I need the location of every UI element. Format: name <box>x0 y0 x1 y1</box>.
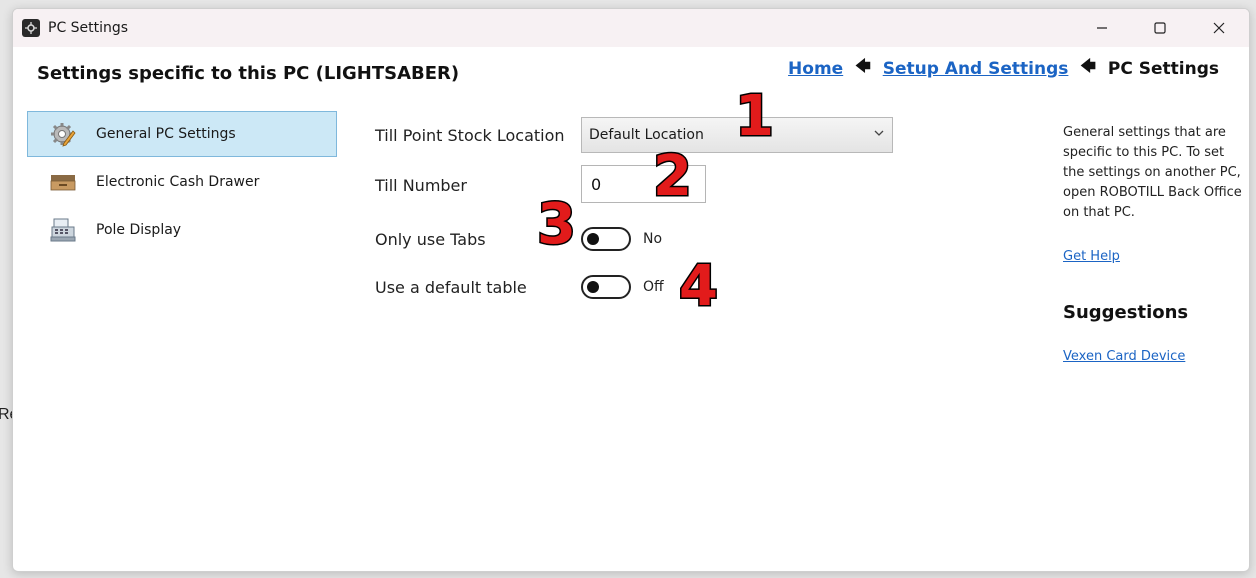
minimize-icon <box>1097 27 1107 29</box>
chevron-down-icon <box>874 130 884 136</box>
breadcrumb-setup-link[interactable]: Setup And Settings <box>883 59 1069 79</box>
maximize-icon <box>1154 22 1166 34</box>
left-arrow-icon: 🡄 <box>1080 57 1096 75</box>
sidebar-item-electronic-cash-drawer[interactable]: Electronic Cash Drawer <box>27 159 337 205</box>
sidebar-item-label: Pole Display <box>96 222 182 238</box>
maximize-button[interactable] <box>1137 9 1183 47</box>
minimize-button[interactable] <box>1079 9 1125 47</box>
breadcrumb-home-link[interactable]: Home <box>788 59 843 79</box>
annotation-marker-1: 1 <box>734 84 776 149</box>
suggestion-link-vexen-card-device[interactable]: Vexen Card Device <box>1063 349 1243 364</box>
annotation-marker-4: 4 <box>678 254 720 319</box>
breadcrumb-current: PC Settings <box>1107 58 1219 79</box>
row-only-use-tabs: Only use Tabs No <box>375 221 975 261</box>
breadcrumb: Home 🡄 Setup And Settings 🡄 PC Settings <box>788 56 1219 81</box>
default-table-toggle[interactable] <box>581 275 631 299</box>
toggle-knob <box>587 233 599 245</box>
get-help-link[interactable]: Get Help <box>1063 249 1243 264</box>
gear-pencil-icon <box>50 121 76 147</box>
annotation-marker-2: 2 <box>652 144 694 209</box>
default-table-state: Off <box>643 279 664 295</box>
row-default-table: Use a default table Off <box>375 269 975 309</box>
sidebar-item-general-pc-settings[interactable]: General PC Settings <box>27 111 337 157</box>
default-table-label: Use a default table <box>375 278 527 297</box>
page-title: Settings specific to this PC (LIGHTSABER… <box>37 63 460 84</box>
sidebar-item-label: General PC Settings <box>96 126 236 142</box>
title-bar[interactable]: PC Settings <box>13 9 1249 47</box>
suggestions-heading: Suggestions <box>1063 302 1189 323</box>
cash-drawer-icon <box>50 169 76 195</box>
stock-location-label: Till Point Stock Location <box>375 126 565 145</box>
robotill-app-icon <box>22 19 40 37</box>
sidebar-item-pole-display[interactable]: Pole Display <box>27 207 337 253</box>
help-panel: General settings that are specific to th… <box>1063 123 1243 364</box>
only-tabs-state: No <box>643 231 663 247</box>
sidebar: General PC Settings Electronic Cash Draw… <box>27 111 337 255</box>
pc-settings-window: PC Settings Settings specific to this PC… <box>12 8 1250 572</box>
annotation-marker-3: 3 <box>536 192 578 257</box>
toggle-knob <box>587 281 599 293</box>
only-tabs-toggle[interactable] <box>581 227 631 251</box>
window-title: PC Settings <box>48 20 129 36</box>
stock-location-value: Default Location <box>589 127 704 143</box>
only-tabs-label: Only use Tabs <box>375 230 486 249</box>
close-button[interactable] <box>1196 9 1242 47</box>
help-description: General settings that are specific to th… <box>1063 125 1242 220</box>
close-icon <box>1213 22 1225 34</box>
sidebar-item-label: Electronic Cash Drawer <box>96 174 260 190</box>
till-number-label: Till Number <box>375 176 467 195</box>
cash-register-icon <box>50 217 76 243</box>
left-arrow-icon: 🡄 <box>855 57 871 75</box>
